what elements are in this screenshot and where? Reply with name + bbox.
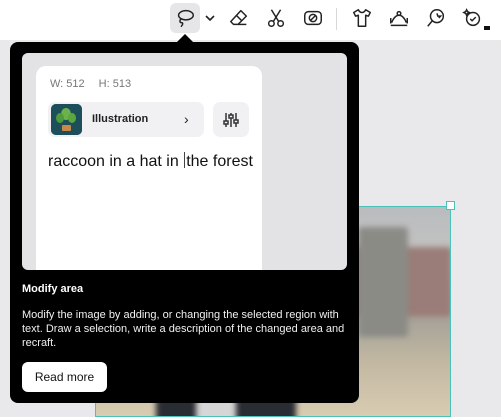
tree-blur — [358, 227, 408, 337]
preview-prompt-text: raccoon in a hat in the forest — [48, 148, 253, 175]
popover-arrow — [177, 34, 193, 42]
tooltip-description: Modify the image by adding, or changing … — [22, 309, 345, 349]
magic-icon — [427, 9, 445, 27]
inpaint-tool-button[interactable] — [298, 3, 328, 33]
preview-style-name: Illustration — [92, 113, 149, 125]
tooltip-preview: W: 512 H: 513 Illustration › raccoon in … — [22, 53, 347, 270]
style-thumbnail — [51, 104, 82, 135]
chevron-down-icon — [205, 15, 215, 22]
preview-height: H: 513 — [98, 78, 132, 90]
read-more-button[interactable]: Read more — [22, 362, 107, 392]
selection-resize-handle[interactable] — [446, 201, 455, 210]
expand-tool-button[interactable] — [384, 3, 414, 33]
lock-icon — [484, 26, 490, 30]
lasso-tool-button[interactable] — [170, 3, 200, 33]
plant-icon — [51, 104, 82, 135]
preview-width: W: 512 — [50, 78, 85, 90]
preview-dimensions: W: 512 H: 513 — [50, 78, 131, 90]
top-toolbar — [0, 0, 501, 40]
preview-style-selector: Illustration › — [48, 102, 204, 137]
lasso-icon — [177, 9, 194, 27]
prompt-before-caret: raccoon in a hat in — [48, 153, 184, 170]
toolbar-divider — [336, 8, 337, 30]
tooltip-title: Modify area — [22, 283, 84, 295]
eraser-tool-button[interactable] — [224, 3, 254, 33]
sliders-icon — [223, 112, 239, 127]
prompt-after-caret: the forest — [186, 153, 253, 170]
tshirt-icon — [353, 9, 371, 27]
preview-settings-button — [213, 102, 249, 137]
vary-icon — [462, 8, 481, 27]
magic-tool-button[interactable] — [421, 3, 451, 33]
eraser-icon — [230, 9, 248, 26]
cut-tool-button[interactable] — [261, 3, 291, 33]
modify-area-tooltip: W: 512 H: 513 Illustration › raccoon in … — [10, 42, 359, 403]
lasso-options-chevron[interactable] — [202, 8, 218, 28]
preview-prompt-card: W: 512 H: 513 Illustration › raccoon in … — [36, 66, 262, 270]
tshirt-tool-button[interactable] — [347, 3, 377, 33]
chevron-right-icon: › — [184, 111, 189, 127]
scissors-icon — [267, 9, 285, 27]
expand-icon — [390, 10, 408, 27]
inpaint-icon — [304, 10, 322, 26]
